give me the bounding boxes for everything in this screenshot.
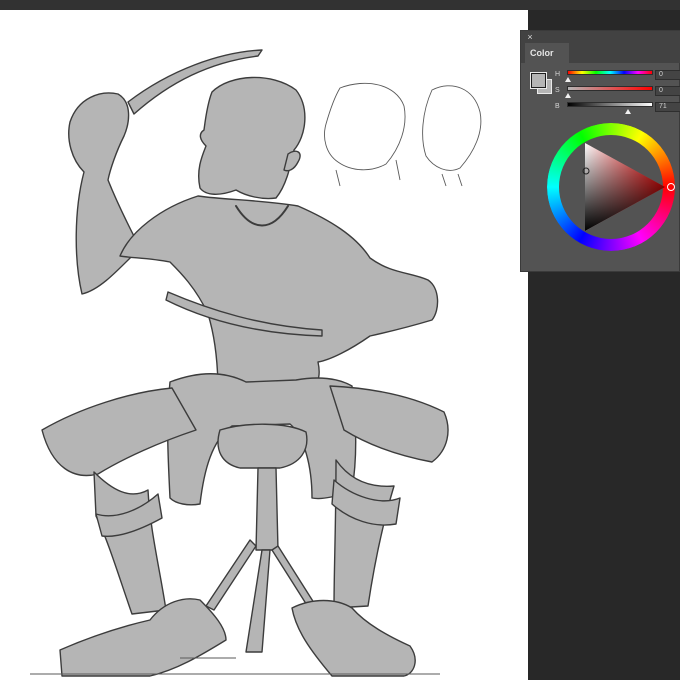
hue-slider-thumb[interactable] [565,77,571,82]
foreground-color-swatch[interactable] [531,73,546,88]
hue-slider[interactable] [565,70,653,82]
tab-color[interactable]: Color [525,43,569,63]
color-wheel[interactable] [547,123,675,251]
brightness-label: B [555,103,560,110]
top-toolbar [0,0,680,10]
brightness-slider[interactable] [567,102,653,114]
drawing-canvas[interactable] [0,10,528,680]
brightness-value-field[interactable]: 71 [655,102,680,112]
saturation-value-field[interactable]: 0 [655,86,680,96]
brightness-slider-row: B 71 [555,102,680,116]
saturation-slider[interactable] [565,86,653,98]
close-icon[interactable]: × [525,32,535,42]
character-sketch-artwork [30,49,482,677]
saturation-label: S [555,87,560,94]
hue-slider-row: H 0 [555,70,680,84]
saturation-slider-row: S 0 [555,86,680,100]
hue-value-field[interactable]: 0 [655,70,680,80]
hue-label: H [555,71,561,78]
color-swatches [529,71,553,95]
saturation-slider-thumb[interactable] [565,93,571,98]
brightness-slider-thumb[interactable] [624,109,631,114]
color-panel: × Color H 0 S 0 B 71 [520,30,680,272]
